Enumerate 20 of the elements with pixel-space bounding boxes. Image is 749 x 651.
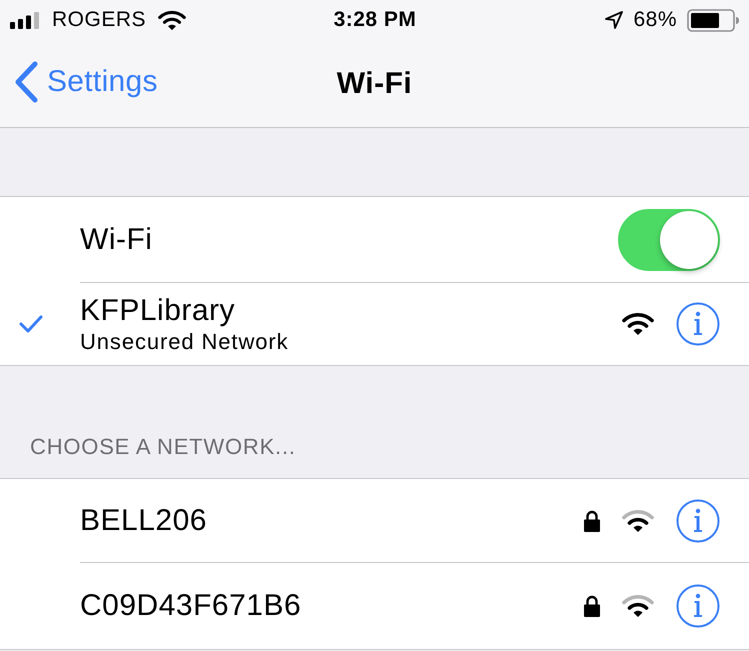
battery-percentage: 68% bbox=[633, 8, 677, 32]
info-icon[interactable] bbox=[676, 584, 720, 628]
battery-icon bbox=[687, 8, 740, 32]
wifi-status-icon bbox=[158, 10, 186, 30]
back-button[interactable]: Settings bbox=[14, 61, 158, 103]
carrier-name: ROGERS bbox=[52, 8, 146, 32]
wifi-toggle-switch[interactable] bbox=[618, 209, 720, 271]
info-icon[interactable] bbox=[676, 302, 720, 346]
page-title: Wi-Fi bbox=[336, 66, 412, 100]
network-name: BELL206 bbox=[80, 504, 207, 538]
location-arrow-icon bbox=[605, 11, 624, 29]
cellular-signal-icon bbox=[10, 12, 40, 28]
wifi-toggle-label: Wi-Fi bbox=[80, 223, 152, 257]
network-security-label: Unsecured Network bbox=[80, 328, 288, 354]
back-chevron-icon bbox=[14, 61, 38, 103]
network-name: KFPLibrary bbox=[80, 294, 236, 328]
info-icon[interactable] bbox=[676, 499, 720, 543]
status-time: 3:28 PM bbox=[334, 8, 416, 32]
section-header: CHOOSE A NETWORK... bbox=[30, 434, 296, 460]
network-name: C09D43F671B6 bbox=[80, 589, 302, 623]
